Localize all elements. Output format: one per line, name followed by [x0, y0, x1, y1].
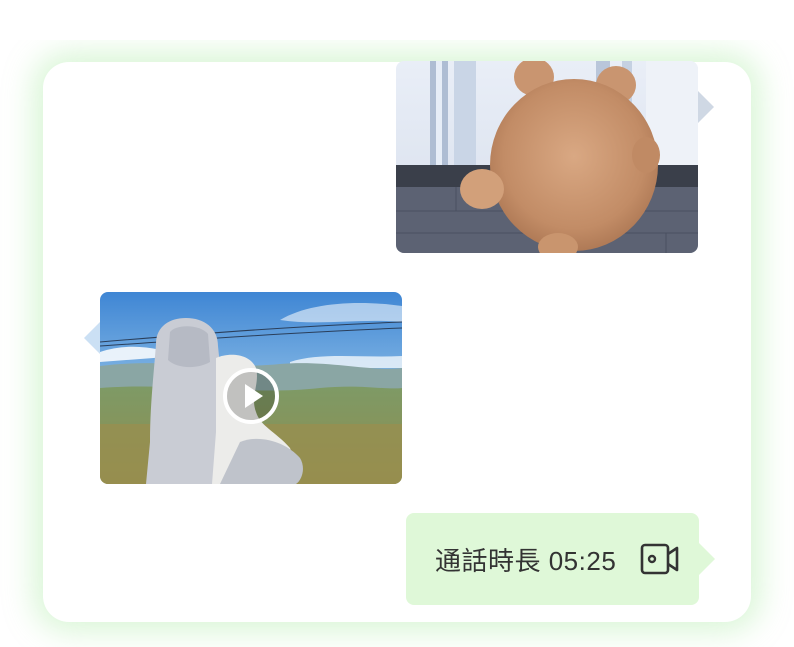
video-camera-icon	[640, 543, 679, 575]
bubble-tail	[699, 543, 715, 575]
call-duration-text: 通話時長 05:25	[435, 545, 617, 576]
top-fade	[0, 0, 794, 40]
image-message-bear[interactable]	[396, 61, 714, 253]
bubble-tail	[698, 91, 714, 123]
bear-photo[interactable]	[396, 61, 698, 253]
play-button[interactable]	[223, 368, 279, 424]
play-icon	[245, 384, 263, 408]
bubble-tail	[84, 322, 100, 354]
video-thumbnail[interactable]	[100, 292, 402, 484]
video-message[interactable]	[84, 292, 402, 484]
chat-screen: 通話時長 05:25	[0, 0, 794, 647]
bear-photo-image	[396, 61, 698, 253]
call-message[interactable]: 通話時長 05:25	[406, 513, 715, 605]
